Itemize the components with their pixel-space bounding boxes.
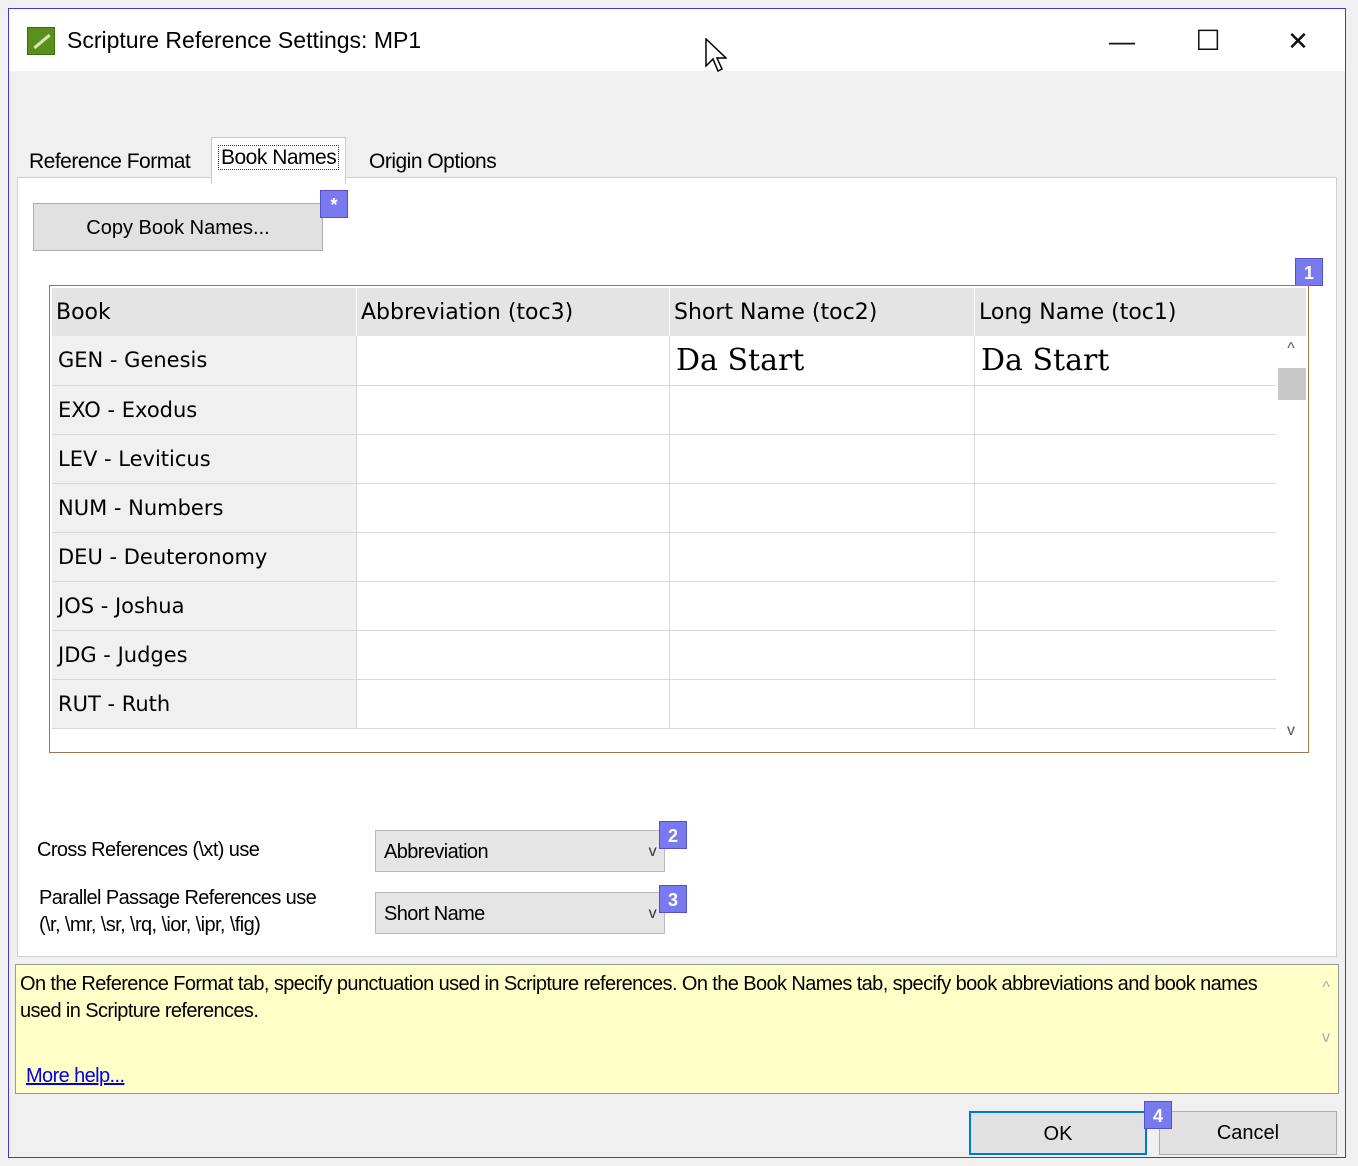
table-row[interactable]: RUT - Ruth (52, 679, 1280, 729)
abbreviation-cell[interactable] (356, 336, 670, 386)
table-row[interactable]: JDG - Judges (52, 630, 1280, 680)
short-name-cell[interactable] (669, 483, 975, 533)
scroll-thumb[interactable] (1278, 368, 1306, 400)
short-name-cell[interactable] (669, 581, 975, 631)
abbreviation-cell[interactable] (356, 532, 670, 582)
long-name-cell[interactable] (974, 679, 1280, 729)
table-row[interactable]: NUM - Numbers (52, 483, 1280, 533)
help-pane: On the Reference Format tab, specify pun… (15, 964, 1339, 1094)
short-name-cell[interactable] (669, 385, 975, 435)
book-cell: LEV - Leviticus (52, 434, 357, 484)
abbreviation-cell[interactable] (356, 385, 670, 435)
table-row[interactable]: GEN - Genesis Da Start Da Start (52, 336, 1280, 386)
book-cell: EXO - Exodus (52, 385, 357, 435)
tab-book-names-label: Book Names (218, 145, 340, 170)
book-names-grid: Book Abbreviation (toc3) Short Name (toc… (49, 285, 1309, 753)
book-names-table: Book Abbreviation (toc3) Short Name (toc… (52, 288, 1280, 729)
grid-header-corner (1276, 288, 1306, 336)
table-row[interactable]: JOS - Joshua (52, 581, 1280, 631)
book-cell: GEN - Genesis (52, 336, 357, 386)
short-name-cell[interactable] (669, 679, 975, 729)
window-title: Scripture Reference Settings: MP1 (67, 27, 422, 53)
long-name-cell[interactable] (974, 385, 1280, 435)
copy-book-names-button[interactable]: Copy Book Names... (33, 203, 323, 251)
cross-references-value: Abbreviation (384, 841, 489, 863)
header-long-name[interactable]: Long Name (toc1) (974, 288, 1280, 336)
cross-references-select[interactable]: Abbreviation v (375, 830, 665, 872)
help-text: On the Reference Format tab, specify pun… (20, 973, 1258, 1022)
dialog-window: Scripture Reference Settings: MP1 — ☐ ✕ … (8, 8, 1346, 1158)
parallel-references-select[interactable]: Short Name v (375, 892, 665, 934)
help-scroll-up-icon[interactable]: ^ (1322, 979, 1330, 997)
badge-1: 1 (1295, 258, 1323, 286)
abbreviation-cell[interactable] (356, 434, 670, 484)
tab-reference-format[interactable]: Reference Format (23, 142, 196, 182)
long-name-cell[interactable]: Da Start (974, 336, 1280, 386)
ok-button[interactable]: OK (969, 1111, 1147, 1155)
grid-scrollbar[interactable]: ^ v (1276, 336, 1306, 744)
abbreviation-cell[interactable] (356, 630, 670, 680)
badge-star: * (320, 190, 348, 218)
long-name-cell[interactable] (974, 483, 1280, 533)
parallel-references-label: Parallel Passage References use (39, 887, 317, 909)
cancel-button[interactable]: Cancel (1159, 1111, 1337, 1155)
short-name-cell[interactable] (669, 434, 975, 484)
badge-2: 2 (659, 821, 687, 849)
scroll-up-icon[interactable]: ^ (1276, 340, 1306, 358)
book-cell: JOS - Joshua (52, 581, 357, 631)
grid-header-row: Book Abbreviation (toc3) Short Name (toc… (52, 288, 1280, 336)
abbreviation-cell[interactable] (356, 581, 670, 631)
minimize-button[interactable]: — (1099, 21, 1145, 61)
title-bar: Scripture Reference Settings: MP1 — ☐ ✕ (9, 9, 1345, 71)
abbreviation-cell[interactable] (356, 679, 670, 729)
help-scroll-down-icon[interactable]: v (1322, 1029, 1330, 1047)
parallel-references-value: Short Name (384, 903, 485, 925)
chevron-down-icon: v (648, 905, 657, 922)
chevron-down-icon: v (648, 843, 657, 860)
badge-3: 3 (659, 885, 687, 913)
badge-4: 4 (1144, 1101, 1172, 1129)
more-help-link[interactable]: More help... (26, 1065, 125, 1088)
long-name-cell[interactable] (974, 434, 1280, 484)
table-row[interactable]: EXO - Exodus (52, 385, 1280, 435)
tab-origin-options[interactable]: Origin Options (363, 142, 502, 182)
maximize-button[interactable]: ☐ (1185, 21, 1231, 61)
header-abbreviation[interactable]: Abbreviation (toc3) (356, 288, 670, 336)
short-name-cell[interactable] (669, 630, 975, 680)
cross-references-label: Cross References (\xt) use (37, 839, 260, 861)
close-button[interactable]: ✕ (1275, 21, 1321, 61)
app-icon (27, 27, 55, 55)
table-row[interactable]: DEU - Deuteronomy (52, 532, 1280, 582)
abbreviation-cell[interactable] (356, 483, 670, 533)
book-cell: RUT - Ruth (52, 679, 357, 729)
book-cell: DEU - Deuteronomy (52, 532, 357, 582)
tab-book-names[interactable]: Book Names (211, 137, 347, 184)
book-cell: JDG - Judges (52, 630, 357, 680)
parallel-references-markers: (\r, \mr, \sr, \rq, \ior, \ipr, \fig) (39, 914, 261, 936)
long-name-cell[interactable] (974, 581, 1280, 631)
scroll-down-icon[interactable]: v (1276, 722, 1306, 740)
table-row[interactable]: LEV - Leviticus (52, 434, 1280, 484)
long-name-cell[interactable] (974, 630, 1280, 680)
short-name-cell[interactable]: Da Start (669, 336, 975, 386)
short-name-cell[interactable] (669, 532, 975, 582)
header-book[interactable]: Book (52, 288, 357, 336)
mouse-pointer-icon (705, 38, 727, 73)
header-short-name[interactable]: Short Name (toc2) (669, 288, 975, 336)
long-name-cell[interactable] (974, 532, 1280, 582)
book-cell: NUM - Numbers (52, 483, 357, 533)
